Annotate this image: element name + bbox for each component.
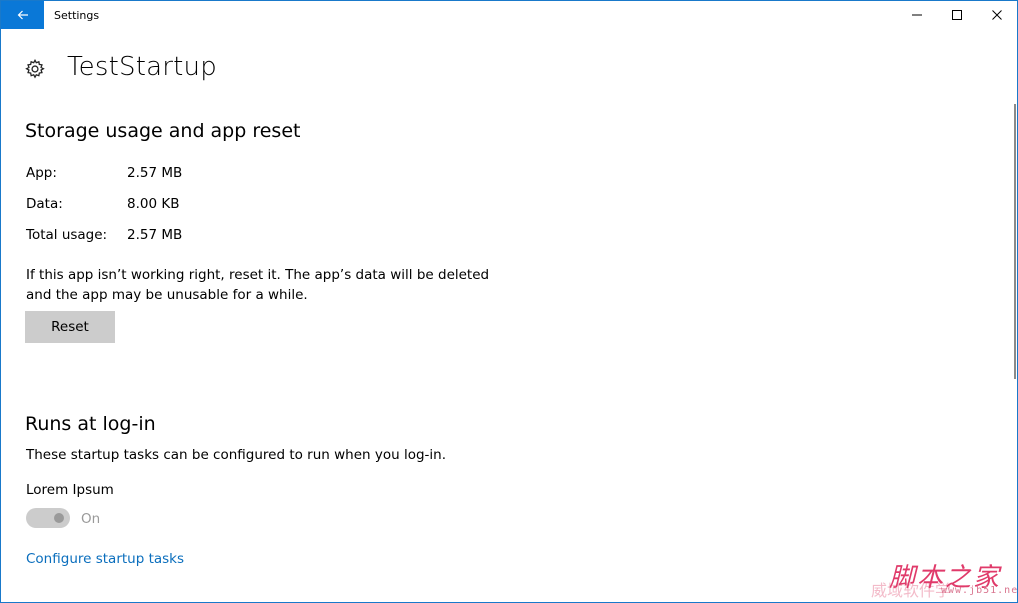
watermark: 威域软件学 脚本之家 www.jb51.net xyxy=(871,557,1017,601)
data-size-value: 8.00 KB xyxy=(127,196,180,212)
maximize-icon xyxy=(952,10,962,20)
back-button[interactable] xyxy=(1,1,44,29)
toggle-state-label: On xyxy=(81,511,101,527)
app-size-value: 2.57 MB xyxy=(127,165,183,181)
window-title: Settings xyxy=(54,9,100,22)
maximize-button[interactable] xyxy=(937,1,977,29)
vertical-scrollbar[interactable] xyxy=(1014,104,1016,379)
minimize-button[interactable] xyxy=(897,1,937,29)
startup-task-toggle[interactable] xyxy=(26,508,70,528)
data-size-label: Data: xyxy=(26,196,63,212)
app-size-label: App: xyxy=(26,165,57,181)
storage-section-heading: Storage usage and app reset xyxy=(25,120,301,142)
reset-description: If this app isn’t working right, reset i… xyxy=(26,265,496,305)
reset-description-line2: and the app may be unusable for a while. xyxy=(26,287,308,303)
reset-button[interactable]: Reset xyxy=(25,311,115,343)
settings-window: Settings TestStartup Storage usage and a… xyxy=(0,0,1018,603)
startup-task-name: Lorem Ipsum xyxy=(26,482,114,498)
back-arrow-icon xyxy=(17,10,28,20)
close-button[interactable] xyxy=(977,1,1017,29)
total-usage-label: Total usage: xyxy=(26,227,108,243)
title-bar: Settings xyxy=(1,1,1017,31)
page-title: TestStartup xyxy=(67,52,217,82)
close-icon xyxy=(992,10,1002,20)
gear-icon xyxy=(25,58,45,79)
toggle-knob xyxy=(54,513,64,523)
login-description: These startup tasks can be configured to… xyxy=(26,447,447,463)
configure-startup-tasks-link[interactable]: Configure startup tasks xyxy=(26,551,184,567)
minimize-icon xyxy=(912,14,922,16)
reset-description-line1: If this app isn’t working right, reset i… xyxy=(26,267,490,283)
watermark-url: www.jb51.net xyxy=(941,585,1018,596)
runs-at-login-heading: Runs at log-in xyxy=(25,413,156,435)
total-usage-value: 2.57 MB xyxy=(127,227,183,243)
